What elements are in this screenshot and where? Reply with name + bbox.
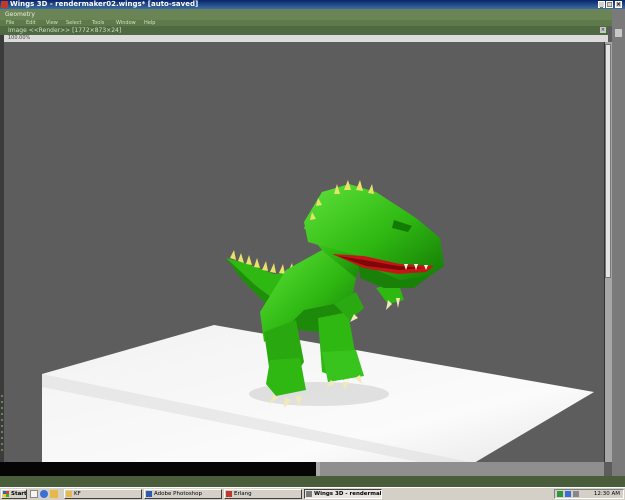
window-title-bar: Wings 3D - rendermaker02.wings* [auto-sa… [0,0,625,9]
zoom-info-bar: 100.00% [4,35,608,42]
clock: 12:30 AM [593,491,620,497]
close-button[interactable]: × [615,1,622,8]
floor-plane [42,325,594,462]
taskbar-button-wings3d[interactable]: Wings 3D - rendermak... [304,489,382,499]
taskbar-button-kf[interactable]: KF [64,489,142,499]
wings-app-icon [306,491,312,497]
geometry-title-bar: Geometry [0,9,625,20]
image-window-close-button[interactable]: × [600,27,606,33]
vertical-scroll-thumb[interactable] [605,44,611,278]
show-desktop-icon[interactable] [30,490,38,498]
windows-logo-icon [3,491,9,497]
browser-icon[interactable] [40,490,48,498]
system-tray: 12:30 AM [554,489,624,499]
windows-taskbar: Start KF Adobe Photoshop Erlang Wings 3D… [0,487,625,500]
start-button[interactable]: Start [1,489,27,499]
photoshop-icon [146,491,152,497]
status-bar [0,476,625,487]
minimize-button[interactable]: _ [598,1,605,8]
window-title: Wings 3D - rendermaker02.wings* [auto-sa… [10,0,199,8]
geometry-label: Geometry [5,11,35,18]
image-window-title-bar: Image <<Render>> [1772×873×24] × [0,26,608,35]
folder-icon [66,491,72,497]
horizontal-scroll-track[interactable] [320,462,604,476]
render-image-canvas[interactable] [4,42,602,462]
taskbar-button-photoshop[interactable]: Adobe Photoshop [144,489,222,499]
image-window-title: Image <<Render>> [1772×873×24] [8,27,122,34]
erlang-icon [226,491,232,497]
taskbar-button-erlang[interactable]: Erlang [224,489,302,499]
right-window-frame [612,9,625,479]
network-icon[interactable] [557,491,563,497]
volume-icon[interactable] [573,491,579,497]
wings-app-icon[interactable] [1,1,8,8]
maximize-button[interactable]: □ [606,1,613,8]
folder-icon[interactable] [50,490,58,498]
render-scene [42,180,594,462]
connection-icon[interactable] [565,491,571,497]
zoom-level: 100.00% [8,35,31,41]
